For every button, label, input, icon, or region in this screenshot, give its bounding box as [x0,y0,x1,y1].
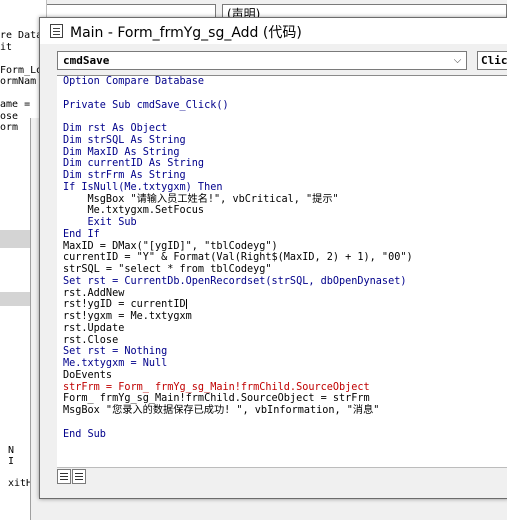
code-line: Dim strFrm As String [63,170,186,181]
text-cursor [185,299,187,310]
code-line: If IsNull(Me.txtygxm) Then [63,181,223,193]
full-module-view-icon [75,473,83,474]
code-line: Set rst = Nothing [63,346,168,358]
code-line: End If [63,228,100,240]
code-toolbar: cmdSave ⌵ Click [40,44,507,74]
object-combo[interactable]: cmdSave ⌵ [57,51,467,70]
window-title: Main - Form_frmYg_sg_Add (代码) [70,25,302,41]
code-line: Dim rst As Object [63,123,168,134]
code-line: rst.Close [63,334,119,346]
chevron-down-icon[interactable]: ⌵ [449,52,466,69]
code-line: Private Sub cmdSave_Click() [63,99,229,111]
code-line: MaxID = DMax("[ygID]", "tblCodeyg") [63,240,278,252]
code-line: Option Compare Database [63,76,205,87]
code-line: MsgBox "您录入的数据保存已成功! ", vbInformation, "… [63,405,380,416]
code-line: DoEvents [63,369,113,381]
code-line: currentID = "Y" & Format(Val(Right$(MaxI… [63,252,413,264]
procedure-combo-value: Click [481,54,507,67]
code-line: Set rst = CurrentDb.OpenRecordset(strSQL… [63,275,407,287]
code-window-footer [57,467,507,487]
code-line: Form_ frmYg_sg_Main!frmChild.SourceObjec… [63,393,370,405]
code-line: MsgBox "请输入员工姓名!", vbCritical, "提示" [63,193,339,205]
code-line: rst.Update [63,322,125,334]
procedure-view-icon [60,473,68,474]
code-window: Main - Form_frmYg_sg_Add (代码) cmdSave ⌵ … [39,17,507,499]
code-line: rst!ygxm = Me.txtygxm [63,311,192,322]
code-line: strFrm = Form_ frmYg_sg_Main!frmChild.So… [63,381,370,393]
code-line: Exit Sub [63,217,137,228]
full-module-view-button[interactable] [72,469,86,484]
code-line: Me.txtygxm = Null [63,358,168,369]
code-line: Dim currentID As String [63,158,205,170]
object-combo-value: cmdSave [63,54,110,67]
background-inner-text: N I xitH [8,445,33,489]
code-line: Dim strSQL As String [63,134,186,146]
horizontal-scrollbar[interactable] [89,470,507,484]
code-editor[interactable]: Option Compare Database Private Sub cmdSa… [57,75,507,468]
code-lines: Option Compare Database Private Sub cmdSa… [63,76,413,440]
code-line: Me.txtygxm.SetFocus [63,205,205,217]
title-bar[interactable]: Main - Form_frmYg_sg_Add (代码) [40,18,507,44]
code-line: strSQL = "select * from tblCodeyg" [63,264,272,275]
procedure-view-button[interactable] [57,469,71,484]
code-line: rst!ygID = currentID [63,299,187,311]
code-window-icon [50,24,63,38]
code-line: Dim MaxID As String [63,146,180,158]
code-line: rst.AddNew [63,287,125,299]
code-line: End Sub [63,428,106,440]
procedure-combo[interactable]: Click [477,51,507,70]
